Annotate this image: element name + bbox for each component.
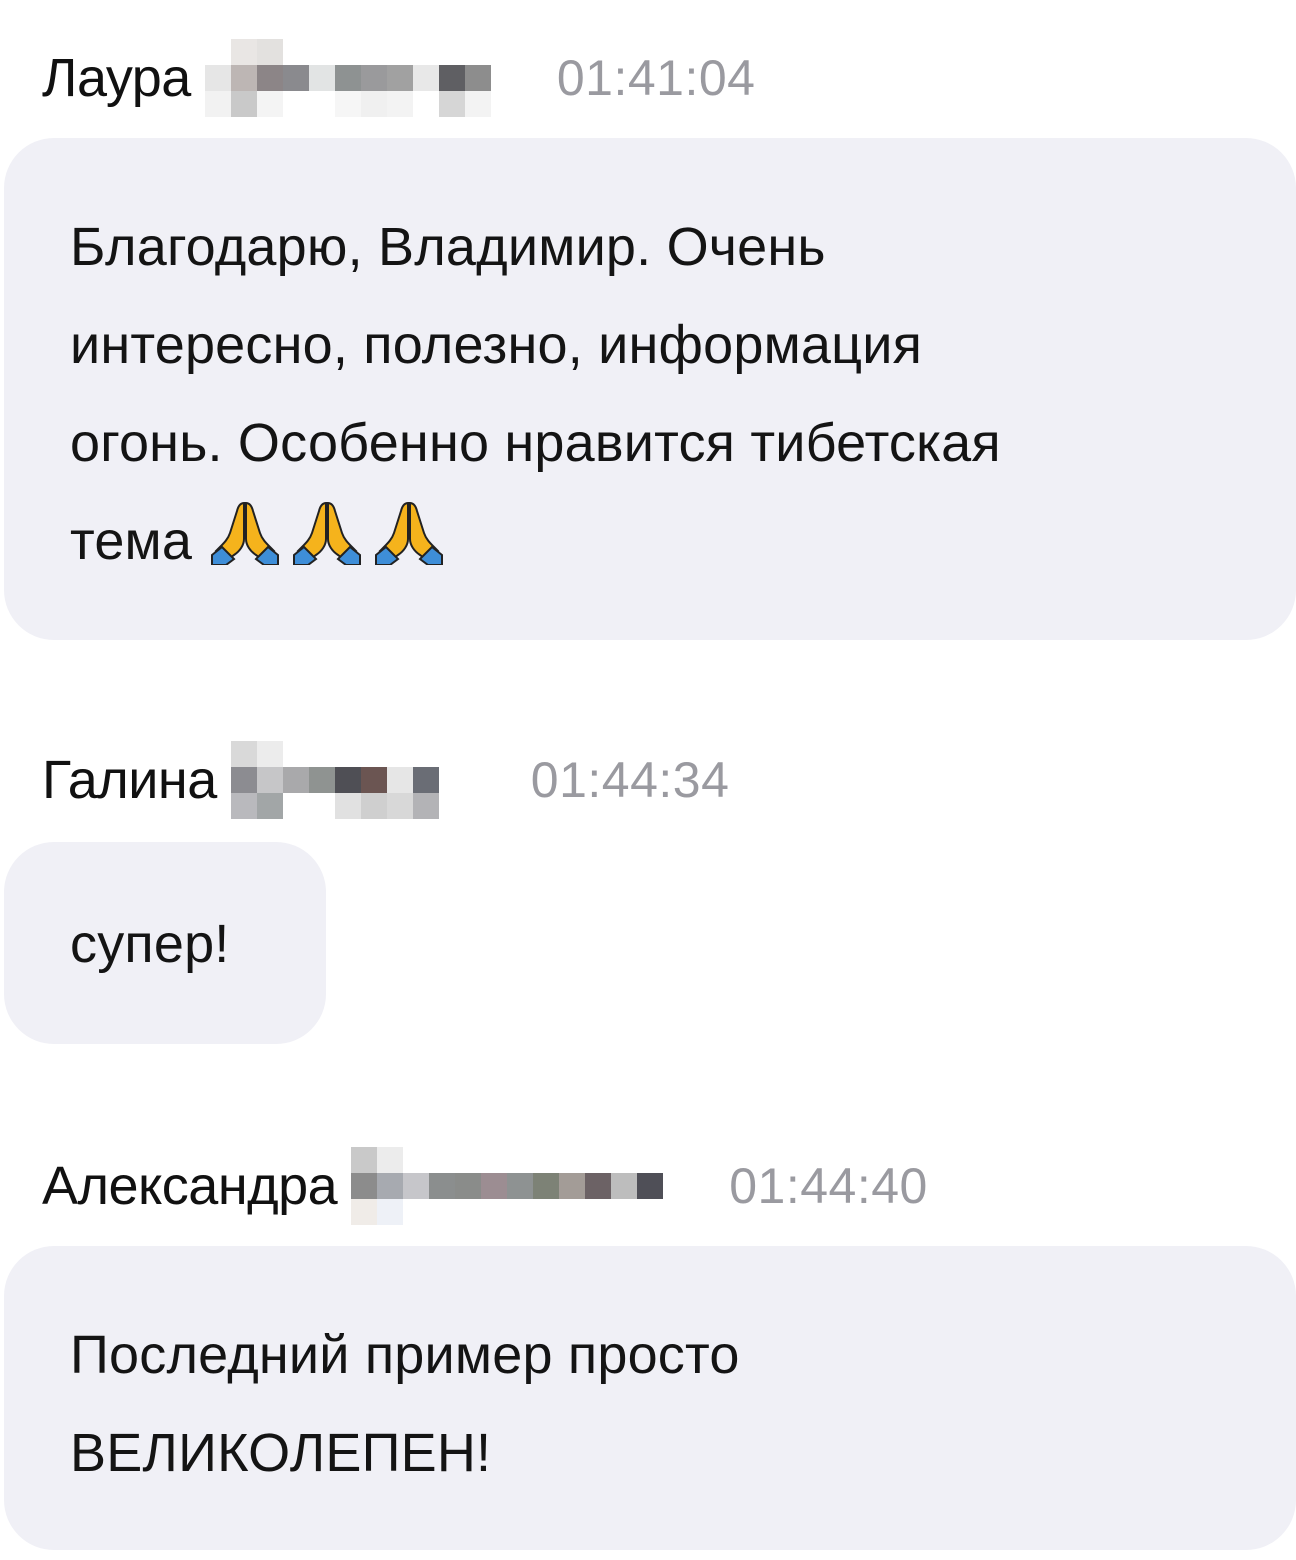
message-text-line: тема [70, 511, 193, 571]
folded-hands-icon [375, 501, 444, 565]
redacted-surname [351, 1147, 690, 1225]
message-timestamp: 01:44:34 [530, 752, 730, 808]
message-bubble: супер! [4, 842, 326, 1044]
message-text: супер! [70, 902, 262, 986]
message-text: Благодарю, Владимир. Очень интересно, по… [70, 198, 1232, 590]
message-text-line: Благодарю, Владимир. Очень [70, 217, 826, 277]
message-text-line: Последний пример просто [70, 1325, 740, 1385]
message-header: Александра 01:44:40 [42, 1146, 928, 1226]
message-bubble: Благодарю, Владимир. Очень интересно, по… [4, 138, 1296, 640]
message-text-line: интересно, полезно, информация [70, 315, 923, 375]
folded-hands-icon [211, 501, 280, 565]
message-text: Последний пример просто ВЕЛИКОЛЕПЕН! [70, 1306, 1232, 1502]
message-author: Александра [42, 1156, 338, 1216]
message-timestamp: 01:41:04 [556, 50, 756, 106]
message-header: Галина 01:44:34 [42, 740, 729, 820]
message-bubble: Последний пример просто ВЕЛИКОЛЕПЕН! [4, 1246, 1296, 1550]
message-header: Лаура 01:41:04 [42, 38, 755, 118]
chat-message-list: Лаура 01:41:04 Благодарю, Владимир. Очен… [0, 0, 1296, 1560]
message-text-line: ВЕЛИКОЛЕПЕН! [70, 1423, 492, 1483]
message-author: Галина [42, 750, 217, 810]
message-timestamp: 01:44:40 [729, 1158, 928, 1214]
message-author: Лаура [42, 48, 191, 108]
message-text-line: супер! [70, 914, 230, 974]
redacted-surname [204, 39, 517, 117]
message-text-line: огонь. Особенно нравится тибетская [70, 413, 1001, 473]
redacted-surname [230, 741, 491, 819]
folded-hands-icon [293, 501, 362, 565]
